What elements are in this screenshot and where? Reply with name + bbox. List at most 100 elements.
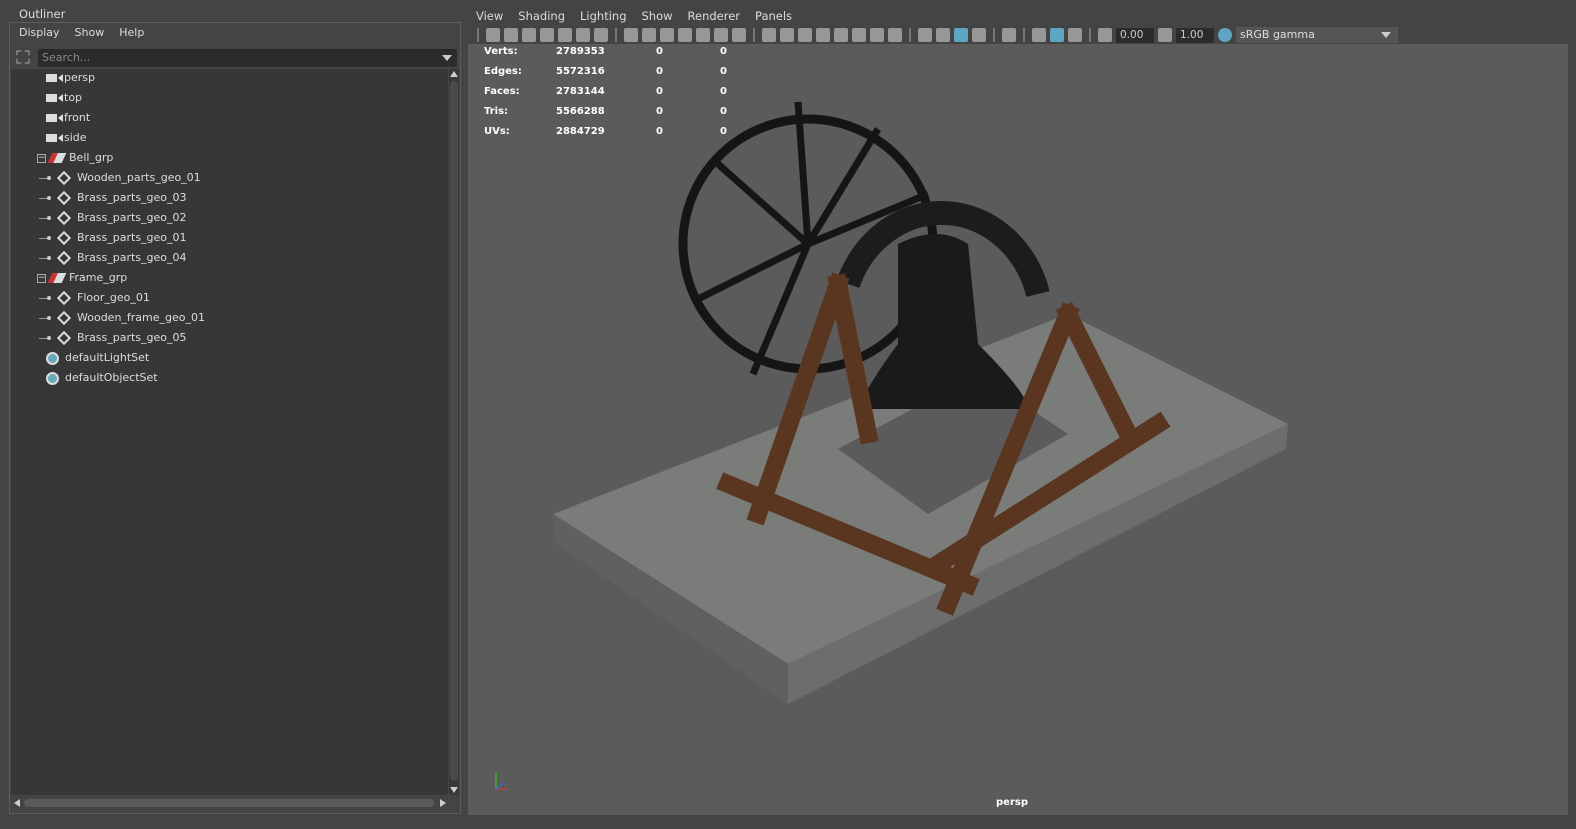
- outliner-item[interactable]: − Bell_grp: [37, 148, 113, 168]
- menu-lighting[interactable]: Lighting: [580, 9, 626, 23]
- toolbar-separator: [1023, 28, 1025, 42]
- outliner-item[interactable]: Brass_parts_geo_01: [39, 228, 187, 248]
- toolbar-button-icon[interactable]: [918, 28, 932, 42]
- item-label: front: [64, 111, 91, 124]
- menu-show[interactable]: Show: [75, 26, 105, 39]
- toolbar-button-icon[interactable]: [678, 28, 692, 42]
- camera-icon: [46, 94, 63, 102]
- outliner-item[interactable]: top: [46, 88, 82, 108]
- outliner-item[interactable]: persp: [46, 68, 95, 88]
- group-icon: [47, 273, 67, 283]
- item-label: Frame_grp: [69, 271, 128, 284]
- exposure-field[interactable]: 0.00: [1116, 27, 1154, 43]
- menu-show[interactable]: Show: [642, 9, 673, 23]
- tree-node-dot: [47, 296, 51, 300]
- gamma-icon[interactable]: [1158, 28, 1172, 42]
- scroll-thumb[interactable]: [450, 81, 458, 781]
- toolbar-button-icon[interactable]: [1050, 28, 1064, 42]
- scroll-down-icon[interactable]: [450, 787, 458, 793]
- mesh-icon: [56, 290, 72, 306]
- toolbar-button-icon[interactable]: [870, 28, 884, 42]
- camera-icon: [46, 134, 63, 142]
- exposure-icon[interactable]: [1098, 28, 1112, 42]
- item-label: defaultLightSet: [65, 351, 150, 364]
- item-label: Floor_geo_01: [77, 291, 150, 304]
- toolbar-separator: [753, 28, 755, 42]
- toolbar-button-icon[interactable]: [714, 28, 728, 42]
- outliner-item[interactable]: Floor_geo_01: [39, 288, 150, 308]
- toolbar-button-icon[interactable]: [954, 28, 968, 42]
- outliner-item[interactable]: Brass_parts_geo_05: [39, 328, 187, 348]
- outliner-item[interactable]: front: [46, 108, 90, 128]
- mesh-icon: [56, 310, 72, 326]
- outliner-item[interactable]: Brass_parts_geo_02: [39, 208, 187, 228]
- tree-node-dot: [47, 256, 51, 260]
- menu-display[interactable]: Display: [19, 26, 60, 39]
- toolbar-button-icon[interactable]: [486, 28, 500, 42]
- toolbar-separator: [909, 28, 911, 42]
- collapse-icon[interactable]: −: [37, 273, 46, 283]
- outliner-item[interactable]: Wooden_frame_geo_01: [39, 308, 205, 328]
- outliner-item[interactable]: Wooden_parts_geo_01: [39, 168, 201, 188]
- tree-line: [39, 197, 47, 199]
- toolbar-button-icon[interactable]: [888, 28, 902, 42]
- outliner-item[interactable]: defaultLightSet: [46, 348, 149, 368]
- toolbar-separator: [477, 28, 479, 42]
- gamma-field[interactable]: 1.00: [1176, 27, 1214, 43]
- scroll-right-icon[interactable]: [440, 799, 446, 807]
- toolbar-button-icon[interactable]: [816, 28, 830, 42]
- horizontal-scrollbar[interactable]: [14, 797, 446, 809]
- toolbar-button-icon[interactable]: [852, 28, 866, 42]
- tree-line: [39, 297, 47, 299]
- outliner-item[interactable]: Brass_parts_geo_04: [39, 248, 187, 268]
- scroll-up-icon[interactable]: [450, 71, 458, 77]
- search-input[interactable]: Search...: [38, 49, 457, 67]
- item-label: Bell_grp: [69, 151, 114, 164]
- color-space-value: sRGB gamma: [1240, 28, 1315, 41]
- toolbar-button-icon[interactable]: [660, 28, 674, 42]
- toolbar-button-icon[interactable]: [762, 28, 776, 42]
- color-management-toggle-icon[interactable]: [1218, 28, 1232, 42]
- toolbar-button-icon[interactable]: [834, 28, 848, 42]
- outliner-tab[interactable]: Outliner: [13, 5, 73, 23]
- toolbar-button-icon[interactable]: [576, 28, 590, 42]
- toolbar-button-icon[interactable]: [558, 28, 572, 42]
- toolbar-button-icon[interactable]: [1032, 28, 1046, 42]
- toolbar-button-icon[interactable]: [504, 28, 518, 42]
- toolbar-button-icon[interactable]: [624, 28, 638, 42]
- scroll-left-icon[interactable]: [14, 799, 20, 807]
- toolbar-button-icon[interactable]: [972, 28, 986, 42]
- vertical-scrollbar[interactable]: [449, 69, 459, 795]
- hscroll-thumb[interactable]: [24, 799, 434, 807]
- toolbar-button-icon[interactable]: [798, 28, 812, 42]
- toolbar-button-icon[interactable]: [594, 28, 608, 42]
- color-space-dropdown[interactable]: sRGB gamma: [1236, 27, 1398, 43]
- menu-help[interactable]: Help: [119, 26, 144, 39]
- chevron-down-icon: [1381, 32, 1391, 38]
- outliner-item[interactable]: defaultObjectSet: [46, 368, 158, 388]
- 3d-viewport[interactable]: Verts: 2789353 0 0 Edges: 5572316 0 0 Faces: 2783…: [468, 44, 1568, 815]
- outliner-item[interactable]: Brass_parts_geo_03: [39, 188, 187, 208]
- toolbar-button-icon[interactable]: [936, 28, 950, 42]
- toolbar-button-icon[interactable]: [1068, 28, 1082, 42]
- menu-shading[interactable]: Shading: [518, 9, 565, 23]
- toolbar-button-icon[interactable]: [1002, 28, 1016, 42]
- outliner-item[interactable]: − Frame_grp: [37, 268, 127, 288]
- toolbar-button-icon[interactable]: [780, 28, 794, 42]
- menu-renderer[interactable]: Renderer: [688, 9, 741, 23]
- toolbar-button-icon[interactable]: [696, 28, 710, 42]
- toolbar-button-icon[interactable]: [540, 28, 554, 42]
- tree-node-dot: [47, 216, 51, 220]
- menu-view[interactable]: View: [476, 9, 503, 23]
- mesh-icon: [56, 330, 72, 346]
- select-filter-icon[interactable]: [16, 50, 30, 64]
- toolbar-button-icon[interactable]: [732, 28, 746, 42]
- toolbar-button-icon[interactable]: [642, 28, 656, 42]
- outliner-item[interactable]: side: [46, 128, 87, 148]
- item-label: Brass_parts_geo_02: [77, 211, 187, 224]
- collapse-icon[interactable]: −: [37, 153, 46, 163]
- menu-panels[interactable]: Panels: [755, 9, 792, 23]
- set-icon: [46, 371, 59, 385]
- search-dropdown-icon[interactable]: [442, 55, 452, 61]
- toolbar-button-icon[interactable]: [522, 28, 536, 42]
